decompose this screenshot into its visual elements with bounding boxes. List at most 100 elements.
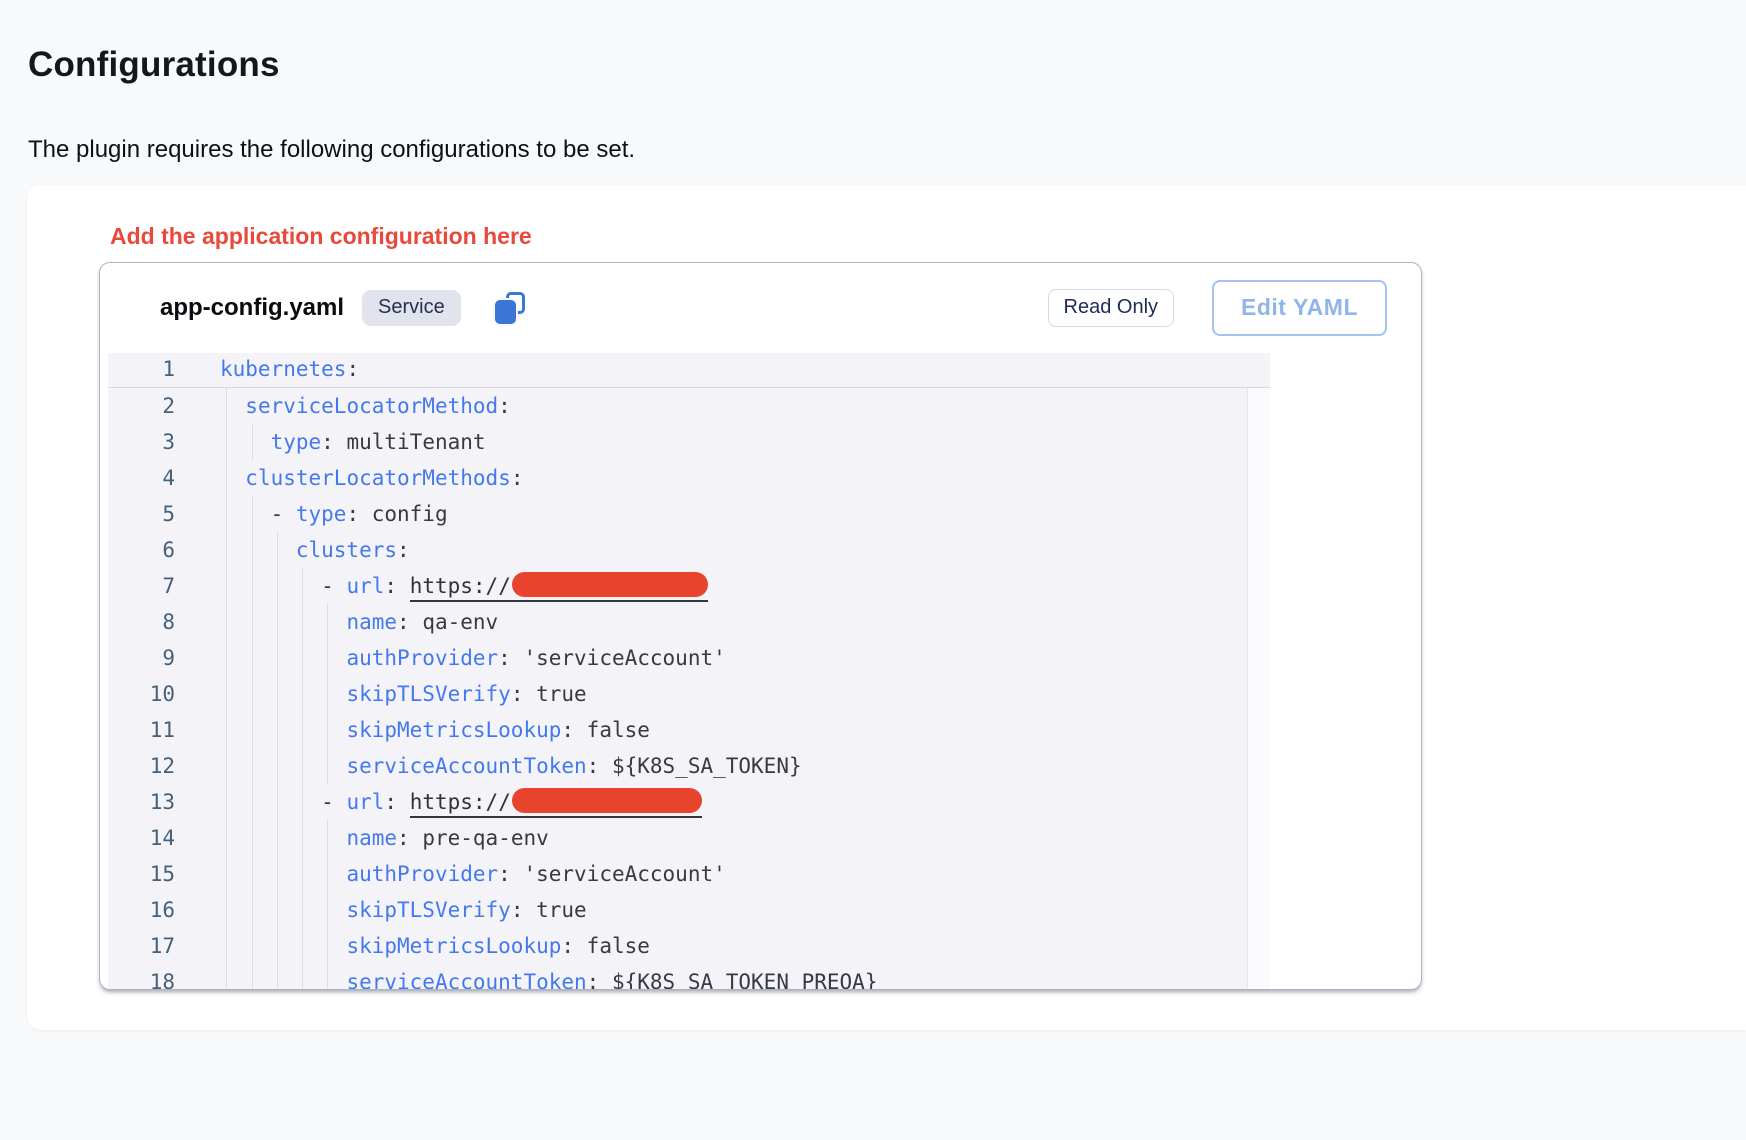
indent-guide: [302, 892, 303, 928]
code-token: :: [384, 790, 397, 814]
code-token: :: [561, 934, 574, 958]
copy-icon-front: [495, 300, 516, 324]
line-number: 8: [108, 604, 192, 640]
code-line: 5 - type: config: [108, 496, 1270, 532]
indent-guide: [226, 928, 227, 964]
indent-guide: [277, 712, 278, 748]
code-line-content: clusters:: [220, 532, 1270, 568]
code-line-content: - type: config: [220, 496, 1270, 532]
code-line: 17 skipMetricsLookup: false: [108, 928, 1270, 964]
code-token: url: [346, 574, 384, 598]
indent-guide: [226, 676, 227, 712]
indent-guide: [327, 604, 328, 640]
code-token: serviceLocatorMethod: [245, 394, 498, 418]
code-token: type: [271, 430, 322, 454]
code-line: 9 authProvider: 'serviceAccount': [108, 640, 1270, 676]
indent-guide: [226, 604, 227, 640]
code-token: 'serviceAccount': [511, 646, 726, 670]
indent-guide: [252, 640, 253, 676]
code-token: :: [397, 826, 410, 850]
code-token: :: [346, 502, 359, 526]
config-callout: Add the application configuration here: [110, 223, 532, 250]
code-line: 2 serviceLocatorMethod:: [108, 388, 1270, 424]
code-token: pre-qa-env: [410, 826, 549, 850]
indent-guide: [302, 676, 303, 712]
code-token: false: [574, 718, 650, 742]
code-token: :: [321, 430, 334, 454]
code-line-content: authProvider: 'serviceAccount': [220, 856, 1270, 892]
code-token: serviceAccountToken: [346, 754, 586, 778]
indent-guide: [327, 964, 328, 990]
code-token: :: [511, 682, 524, 706]
code-line-content: serviceLocatorMethod:: [220, 388, 1270, 424]
code-token: true: [523, 898, 586, 922]
indent-guide: [226, 820, 227, 856]
code-token: name: [346, 610, 397, 634]
indent-guide: [226, 532, 227, 568]
code-token: :: [511, 466, 524, 490]
copy-button[interactable]: [493, 291, 527, 325]
code-line: 15 authProvider: 'serviceAccount': [108, 856, 1270, 892]
code-line: 11 skipMetricsLookup: false: [108, 712, 1270, 748]
line-number: 9: [108, 640, 192, 676]
indent-guide: [252, 604, 253, 640]
code-line-content: type: multiTenant: [220, 424, 1270, 460]
indent-guide: [226, 748, 227, 784]
code-line: 14 name: pre-qa-env: [108, 820, 1270, 856]
indent-guide: [226, 388, 227, 424]
service-badge: Service: [362, 290, 461, 326]
code-line-content: skipMetricsLookup: false: [220, 712, 1270, 748]
indent-guide: [327, 748, 328, 784]
indent-guide: [277, 640, 278, 676]
indent-guide: [277, 532, 278, 568]
code-token: :: [498, 394, 511, 418]
indent-guide: [277, 748, 278, 784]
indent-guide: [226, 856, 227, 892]
content-card: Add the application configuration here a…: [27, 185, 1746, 1030]
copy-icon: [495, 292, 525, 324]
url-value: https://: [410, 574, 708, 602]
indent-guide: [302, 820, 303, 856]
line-number: 10: [108, 676, 192, 712]
code-lines: 1kubernetes:2 serviceLocatorMethod:3 typ…: [108, 353, 1270, 990]
indent-guide: [252, 568, 253, 604]
indent-guide: [302, 784, 303, 820]
edit-yaml-button[interactable]: Edit YAML: [1212, 280, 1387, 336]
code-line: 4 clusterLocatorMethods:: [108, 460, 1270, 496]
code-token: skipMetricsLookup: [346, 934, 561, 958]
line-number: 12: [108, 748, 192, 784]
line-number: 5: [108, 496, 192, 532]
redacted-url: [512, 788, 702, 813]
code-line: 8 name: qa-env: [108, 604, 1270, 640]
indent-guide: [327, 928, 328, 964]
indent-guide: [226, 964, 227, 990]
line-number: 13: [108, 784, 192, 820]
indent-guide: [252, 892, 253, 928]
indent-guide: [252, 424, 253, 460]
indent-guide: [302, 964, 303, 990]
indent-guide: [302, 748, 303, 784]
indent-guide: [226, 568, 227, 604]
code-token: kubernetes: [220, 357, 346, 381]
code-line-content: - url: https://: [220, 568, 1270, 604]
indent-guide: [252, 496, 253, 532]
code-line: 7 - url: https://: [108, 568, 1270, 604]
code-line: 16 skipTLSVerify: true: [108, 892, 1270, 928]
code-editor[interactable]: 1kubernetes:2 serviceLocatorMethod:3 typ…: [108, 353, 1270, 990]
code-token: :: [397, 538, 410, 562]
line-number: 7: [108, 568, 192, 604]
indent-guide: [302, 928, 303, 964]
indent-guide: [252, 712, 253, 748]
indent-guide: [277, 892, 278, 928]
indent-guide: [252, 784, 253, 820]
code-token: skipTLSVerify: [346, 898, 510, 922]
indent-guide: [277, 856, 278, 892]
indent-guide: [226, 892, 227, 928]
code-token: clusterLocatorMethods: [245, 466, 511, 490]
yaml-editor-panel: app-config.yaml Service Read Only Edit Y…: [99, 262, 1422, 990]
read-only-button[interactable]: Read Only: [1048, 289, 1175, 327]
page-title: Configurations: [28, 45, 280, 85]
indent-guide: [252, 748, 253, 784]
code-token: :: [346, 357, 359, 381]
code-token: authProvider: [346, 862, 498, 886]
